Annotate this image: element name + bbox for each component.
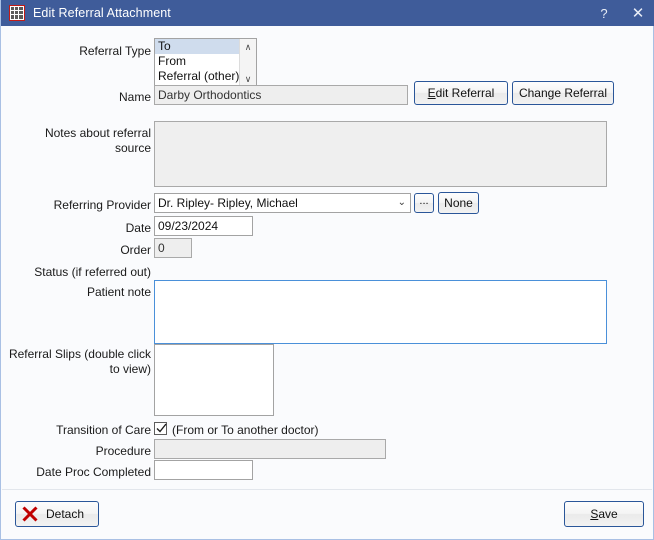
patient-note-field[interactable] [154,280,607,344]
name-label: Name [41,90,151,104]
notes-label-line1: Notes about referral [21,126,151,140]
referral-type-listbox[interactable]: To From Referral (other) ∧ ∨ [154,38,257,88]
detach-button[interactable]: Detach [15,501,99,527]
referring-provider-combobox[interactable]: Dr. Ripley- Ripley, Michael ⌄ [154,193,411,213]
referral-type-option-from[interactable]: From [155,54,239,69]
chevron-down-icon[interactable]: ⌄ [398,194,406,212]
date-proc-completed-label: Date Proc Completed [11,465,151,479]
form-body: Referral Type To From Referral (other) ∧… [1,26,653,538]
none-provider-button[interactable]: None [438,192,479,214]
referral-slips-label-line2: to view) [6,362,151,376]
name-field[interactable]: Darby Orthodontics [154,85,408,105]
edit-referral-attachment-window: Edit Referral Attachment ? ✕ Referral Ty… [0,0,654,540]
transition-of-care-checkbox[interactable] [154,422,167,435]
referral-type-options: To From Referral (other) [155,39,239,87]
patient-note-label: Patient note [41,285,151,299]
date-field[interactable]: 09/23/2024 [154,216,253,236]
grid-table-icon [9,5,25,21]
save-button[interactable]: Save [564,501,644,527]
checkmark-icon [155,422,168,435]
notes-about-referral-source-field[interactable] [154,121,607,187]
footer-divider [2,489,652,490]
titlebar-buttons: ? ✕ [587,0,654,26]
order-label: Order [41,243,151,257]
referral-type-label: Referral Type [41,44,151,58]
pick-provider-button[interactable]: ... [414,193,434,213]
referring-provider-label: Referring Provider [21,198,151,212]
order-field[interactable]: 0 [154,238,192,258]
referral-slips-label-line1: Referral Slips (double click [6,347,151,361]
date-proc-completed-field[interactable] [154,460,253,480]
transition-of-care-label: Transition of Care [41,423,151,437]
referral-type-option-referral-other[interactable]: Referral (other) [155,69,239,84]
window-title: Edit Referral Attachment [33,6,587,20]
change-referral-button[interactable]: Change Referral [512,81,614,105]
referral-slips-list[interactable] [154,344,274,416]
referral-type-scrollbar[interactable]: ∧ ∨ [239,39,256,87]
referring-provider-value: Dr. Ripley- Ripley, Michael [158,196,298,210]
status-label: Status (if referred out) [11,265,151,279]
title-bar: Edit Referral Attachment ? ✕ [1,0,654,26]
referral-type-option-to[interactable]: To [155,39,239,54]
procedure-label: Procedure [41,444,151,458]
edit-referral-button[interactable]: Edit Referral [414,81,508,105]
procedure-field[interactable] [154,439,386,459]
transition-of-care-hint: (From or To another doctor) [172,423,319,437]
scroll-up-icon[interactable]: ∧ [240,39,256,55]
date-label: Date [41,221,151,235]
detach-button-label: Detach [46,507,84,521]
notes-label-line2: source [21,141,151,155]
red-x-icon [20,504,40,524]
help-icon[interactable]: ? [587,0,621,26]
close-icon[interactable]: ✕ [621,0,654,27]
